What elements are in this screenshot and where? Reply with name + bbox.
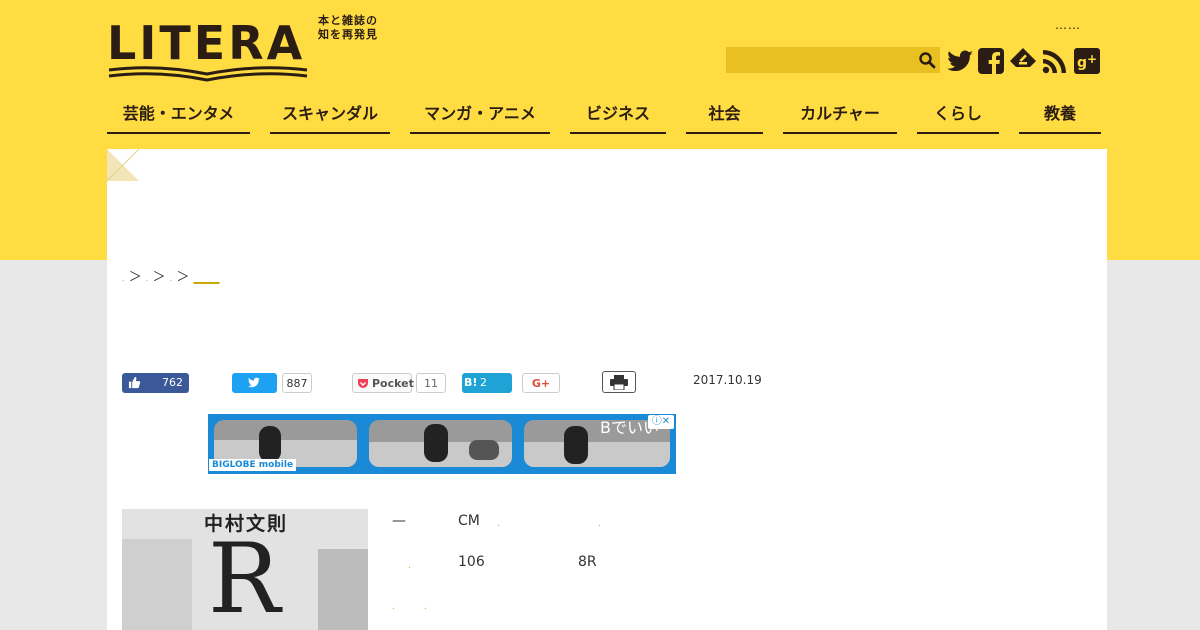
body-text-106: 106: [458, 554, 485, 570]
nav-item-society[interactable]: 社会: [686, 96, 763, 134]
breadcrumb-link-category[interactable]: .: [146, 274, 149, 283]
ad-banner[interactable]: BIGLOBE mobile Bでいい ⓘ✕: [208, 414, 676, 474]
logo-wordmark: LITERA: [107, 16, 306, 70]
facebook-icon[interactable]: [976, 46, 1006, 76]
hatena-bookmark-button[interactable]: B! 2: [462, 373, 512, 393]
svg-text:+: +: [1087, 52, 1097, 66]
pocket-icon: [358, 379, 368, 388]
nav-item-culture[interactable]: カルチャー: [783, 96, 897, 134]
logo-tagline: 本と雑誌の 知を再発見: [318, 14, 388, 42]
tagline-line-1: 本と雑誌の: [318, 14, 378, 27]
facebook-like-count: 762: [162, 376, 183, 389]
pocket-button[interactable]: Pocket: [352, 373, 414, 393]
book-icon: [108, 66, 308, 82]
body-link-marker[interactable]: .: [424, 602, 427, 612]
pocket-label: Pocket: [372, 377, 414, 390]
page-fold-corner: [107, 149, 139, 181]
facebook-like-button[interactable]: 762: [122, 373, 189, 393]
rss-icon[interactable]: [1040, 46, 1070, 76]
nav-item-life[interactable]: くらし: [917, 96, 999, 134]
search-input[interactable]: [726, 47, 912, 73]
body-link-marker[interactable]: .: [408, 561, 411, 571]
nav-item-business[interactable]: ビジネス: [570, 96, 666, 134]
tweet-button[interactable]: [232, 373, 277, 393]
body-link-marker[interactable]: .: [392, 602, 395, 612]
feedly-icon[interactable]: [1008, 46, 1038, 76]
cover-title: R: [208, 523, 281, 630]
tweet-count: 887: [282, 373, 312, 393]
hatena-count: 2: [480, 376, 487, 389]
search-box: [726, 47, 940, 73]
search-icon[interactable]: [918, 51, 936, 69]
print-button[interactable]: [602, 371, 636, 393]
ad-close-icon[interactable]: ⓘ✕: [648, 415, 674, 429]
nav-item-entertainment[interactable]: 芸能・エンタメ: [107, 96, 250, 134]
hatena-label: B!: [464, 376, 478, 389]
breadcrumb-separator: ＞: [176, 270, 190, 285]
breadcrumb-link-sub[interactable]: .: [170, 274, 173, 283]
breadcrumb-link-home[interactable]: .: [122, 274, 125, 283]
svg-text:g: g: [1077, 55, 1087, 71]
printer-icon: [610, 375, 628, 390]
main-nav: 芸能・エンタメ スキャンダル マンガ・アニメ ビジネス 社会 カルチャー くらし…: [107, 96, 1101, 136]
breadcrumb-separator: ＞: [128, 270, 142, 285]
body-dash: —: [392, 513, 406, 529]
breadcrumb: . ＞ . ＞ . ＞ ____: [122, 266, 220, 285]
twitter-bird-icon: [247, 377, 261, 388]
breadcrumb-separator: ＞: [152, 270, 166, 285]
twitter-icon[interactable]: [945, 46, 975, 76]
body-text-cm: CM: [458, 513, 480, 529]
body-link-marker[interactable]: .: [497, 519, 500, 529]
google-plus-icon[interactable]: g +: [1072, 46, 1102, 76]
tagline-line-2: 知を再発見: [318, 28, 378, 41]
article-date: 2017.10.19: [693, 373, 762, 387]
pocket-count: 11: [416, 373, 446, 393]
google-plus-share-button[interactable]: G+: [522, 373, 560, 393]
nav-item-manga-anime[interactable]: マンガ・アニメ: [410, 96, 550, 134]
header-dots: ……: [1055, 18, 1081, 32]
thumbs-up-icon: [128, 376, 141, 389]
nav-item-scandal[interactable]: スキャンダル: [270, 96, 390, 134]
body-text-8r: 8R: [578, 554, 597, 570]
ad-image-2: [369, 420, 512, 467]
book-cover-image[interactable]: 中村文則 R: [122, 509, 368, 630]
ad-logo: BIGLOBE mobile: [209, 459, 297, 471]
body-link-marker[interactable]: .: [598, 519, 601, 529]
site-logo[interactable]: LITERA 本と雑誌の 知を再発見: [107, 14, 397, 86]
breadcrumb-current[interactable]: ____: [194, 270, 220, 285]
nav-item-education[interactable]: 教養: [1019, 96, 1101, 134]
